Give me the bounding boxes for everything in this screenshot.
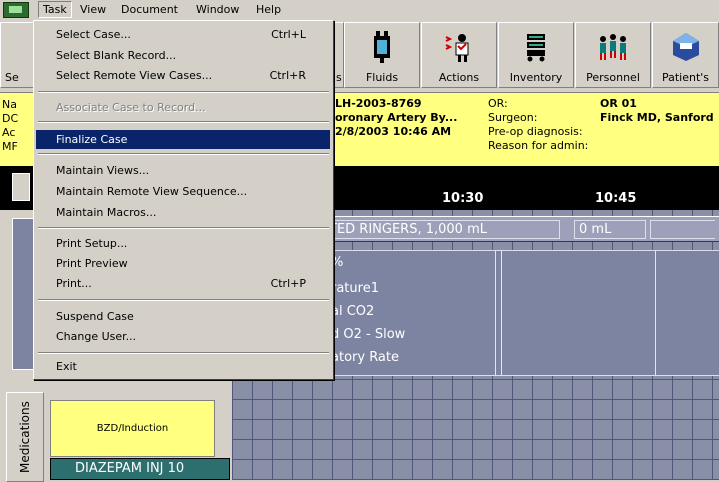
menu-help[interactable]: Help: [256, 3, 281, 16]
inventory-button[interactable]: Inventory: [498, 22, 574, 88]
surgeon-value: Finck MD, Sanford: [600, 111, 714, 124]
fluid-name: TED RINGERS, 1,000 mL: [324, 220, 560, 239]
menu-view[interactable]: View: [80, 3, 106, 16]
case-id: LH-2003-8769: [335, 97, 422, 110]
menu-item-maintain-remote-view-sequence[interactable]: Maintain Remote View Sequence...: [36, 182, 330, 201]
menu-item-label: Select Blank Record...: [56, 49, 177, 62]
menu-window[interactable]: Window: [196, 3, 239, 16]
menu-item-label: Print Preview: [56, 257, 128, 270]
menu-item-label: Change User...: [56, 330, 137, 343]
personnel-label: Personnel: [586, 71, 640, 84]
toolbar-button-select[interactable]: Se: [0, 22, 34, 88]
vitals-divider: [655, 251, 656, 375]
menu-item-print-setup[interactable]: Print Setup...: [36, 234, 330, 253]
patient-icon: [671, 31, 701, 66]
patient-button[interactable]: Patient's: [652, 22, 719, 88]
vitals-divider: [501, 251, 502, 375]
info-left-label-1: Na: [2, 98, 17, 111]
personnel-button[interactable]: Personnel: [575, 22, 651, 88]
timeline-scroll-button[interactable]: [12, 173, 30, 201]
fluids-row[interactable]: TED RINGERS, 1,000 mL 0 mL: [320, 216, 719, 242]
preop-label: Pre-op diagnosis:: [488, 125, 583, 138]
app-icon: [3, 2, 29, 18]
inventory-label: Inventory: [509, 71, 563, 84]
menu-separator: [38, 227, 329, 229]
menu-separator: [38, 352, 329, 354]
menu-item-label: Exit: [56, 360, 77, 373]
menu-separator: [38, 299, 329, 301]
or-value: OR 01: [600, 97, 637, 110]
toolbar-label-partial-s: s: [336, 71, 342, 84]
or-label: OR:: [488, 97, 508, 110]
menu-item-shortcut: Ctrl+P: [270, 277, 306, 290]
iv-bag-icon: [367, 31, 397, 66]
menu-item-print-preview[interactable]: Print Preview: [36, 254, 330, 273]
menu-item-finalize-case[interactable]: Finalize Case: [36, 130, 330, 149]
vitals-divider: [495, 251, 496, 375]
actions-button[interactable]: Actions: [421, 22, 497, 88]
fluids-button[interactable]: Fluids: [344, 22, 420, 88]
reason-label: Reason for admin:: [488, 139, 589, 152]
menu-item-shortcut: Ctrl+R: [269, 69, 306, 82]
surgeon-label: Surgeon:: [488, 111, 538, 124]
case-datetime: 2/8/2003 10:46 AM: [335, 125, 452, 138]
menu-item-select-case[interactable]: Select Case... Ctrl+L: [36, 25, 330, 44]
people-icon: [596, 31, 630, 66]
menu-item-label: Maintain Remote View Sequence...: [56, 185, 248, 198]
menu-item-suspend-case[interactable]: Suspend Case: [36, 307, 330, 326]
fluid-amount: 0 mL: [574, 220, 646, 239]
procedure: oronary Artery By...: [335, 111, 458, 124]
menu-item-label: Associate Case to Record...: [56, 101, 206, 114]
medications-tab-label: Medications: [18, 401, 32, 473]
menu-item-maintain-macros[interactable]: Maintain Macros...: [36, 203, 330, 222]
vital-row-4: d O2 - Slow: [331, 327, 406, 342]
menu-separator: [38, 153, 329, 155]
menu-item-select-remote-view-cases[interactable]: Select Remote View Cases... Ctrl+R: [36, 66, 330, 85]
info-left-label-2: DC: [2, 112, 19, 125]
menu-item-label: Maintain Views...: [56, 164, 150, 177]
menu-item-exit[interactable]: Exit: [36, 357, 330, 376]
actions-label: Actions: [438, 71, 480, 84]
info-left-label-4: MF: [2, 140, 18, 153]
info-left-label-3: Ac: [2, 126, 16, 139]
menu-item-label: Print...: [56, 277, 92, 290]
menu-item-associate-case: Associate Case to Record...: [36, 98, 330, 117]
vital-row-5: atory Rate: [331, 350, 399, 365]
time-tick-1045: 10:45: [595, 191, 637, 206]
cart-icon: [521, 31, 551, 66]
actions-icon: [444, 31, 474, 66]
fluid-bar: [650, 220, 715, 239]
vital-row-2: rature1: [331, 281, 379, 296]
fluids-label: Fluids: [365, 71, 399, 84]
patient-label: Patient's: [661, 71, 710, 84]
menu-bar: Task View Document Window Help: [0, 0, 719, 20]
menu-item-label: Print Setup...: [56, 237, 128, 250]
menu-item-label: Suspend Case: [56, 310, 134, 323]
menu-item-label: Select Case...: [56, 28, 131, 41]
menu-document[interactable]: Document: [121, 3, 178, 16]
vitals-panel[interactable]: % rature1 al CO2 d O2 - Slow atory Rate: [320, 250, 719, 376]
menu-item-label: Maintain Macros...: [56, 206, 157, 219]
menu-item-print[interactable]: Print... Ctrl+P: [36, 274, 330, 293]
menu-separator: [38, 91, 329, 93]
menu-item-change-user[interactable]: Change User...: [36, 327, 330, 346]
medications-tab[interactable]: Medications: [6, 392, 44, 482]
time-tick-1030: 10:30: [442, 191, 484, 206]
menu-item-select-blank-record[interactable]: Select Blank Record...: [36, 46, 330, 65]
vital-row-3: al CO2: [331, 304, 375, 319]
menu-item-maintain-views[interactable]: Maintain Views...: [36, 161, 330, 180]
menu-item-label: Finalize Case: [56, 133, 128, 146]
medication-row[interactable]: DIAZEPAM INJ 10: [50, 458, 230, 480]
menu-separator: [38, 121, 329, 123]
induction-group[interactable]: BZD/Induction: [50, 400, 215, 457]
toolbar-label-partial: Se: [5, 71, 19, 84]
menu-item-shortcut: Ctrl+L: [271, 28, 306, 41]
task-menu: Select Case... Ctrl+L Select Blank Recor…: [33, 20, 334, 380]
menu-item-label: Select Remote View Cases...: [56, 69, 213, 82]
menu-task[interactable]: Task: [38, 1, 72, 18]
toolbar-button-partial[interactable]: s: [334, 22, 344, 88]
